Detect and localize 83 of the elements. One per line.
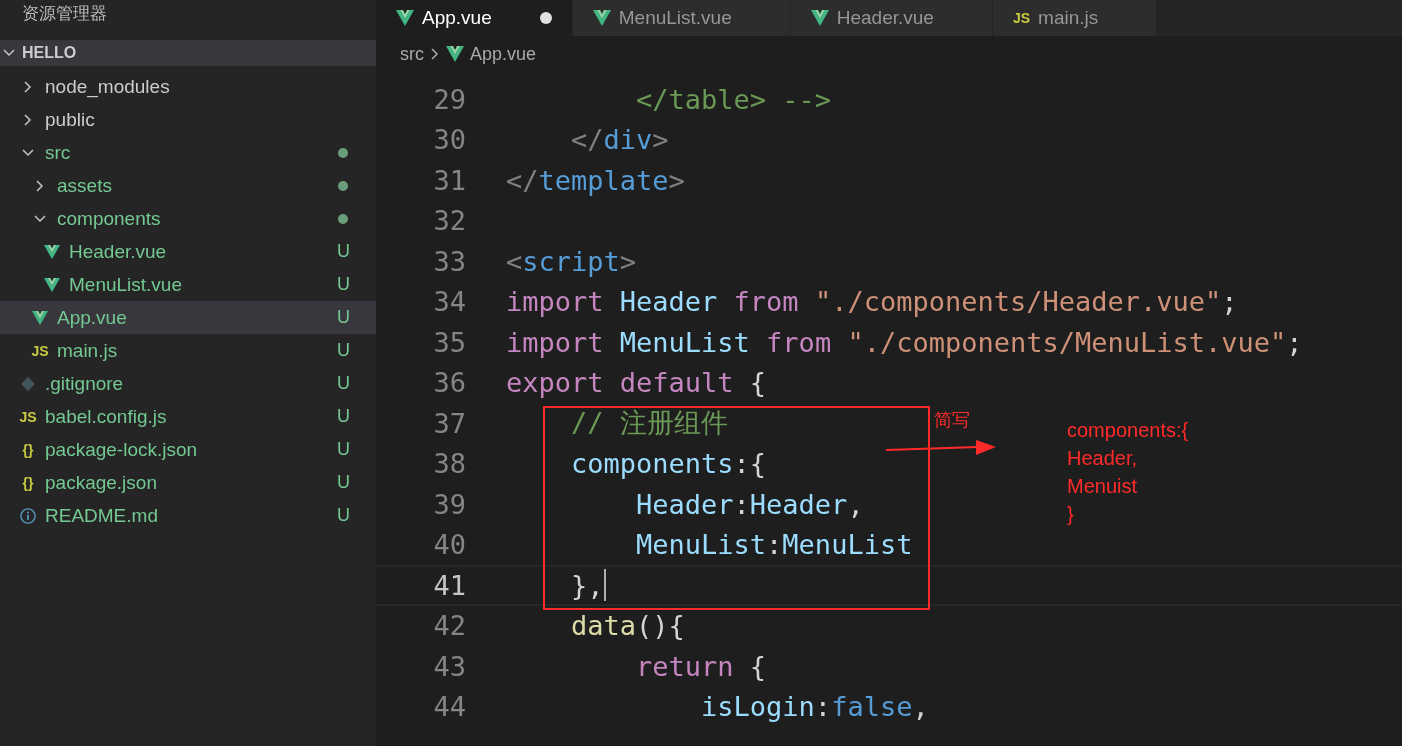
chevron-right-icon — [430, 47, 440, 61]
vue-icon — [44, 243, 60, 260]
file-tree-item[interactable]: public — [0, 103, 376, 136]
js-file-icon: JS — [1012, 10, 1031, 26]
vue-icon — [810, 10, 829, 26]
line-number: 41 — [432, 569, 467, 601]
vue-icon — [44, 276, 60, 293]
file-tree-item[interactable]: README.md U — [0, 499, 376, 532]
file-tree-item[interactable]: App.vue U — [0, 301, 376, 334]
line-number: 40 — [432, 529, 467, 561]
editor-tab[interactable]: App.vue — [376, 0, 573, 36]
git-status-label: U — [337, 373, 350, 394]
code-line: components:{ — [570, 448, 767, 480]
file-tree-item[interactable]: src — [0, 136, 376, 169]
json-file-icon: {} — [22, 474, 34, 491]
line-number: 38 — [432, 448, 467, 480]
js-file-icon: JS — [31, 342, 49, 359]
code-line: </template> — [506, 164, 685, 196]
code-line: data(){ — [570, 610, 685, 642]
project-header[interactable]: HELLO — [0, 40, 376, 66]
vue-icon — [592, 10, 611, 26]
git-status-label: U — [337, 472, 350, 493]
code-line: import Header from "./components/Header.vue"; — [506, 286, 1238, 318]
code-line: import MenuList from "./components/MenuList.vue"; — [506, 326, 1303, 358]
code-line: // 注册组件 — [570, 406, 728, 441]
annotation-note: } — [1067, 502, 1075, 527]
file-tree-item[interactable]: {} package-lock.json U — [0, 433, 376, 466]
line-number: 30 — [432, 124, 467, 156]
code-line: MenuList:MenuList — [635, 529, 913, 561]
line-number: 33 — [432, 245, 467, 277]
code-line: <script> — [506, 245, 637, 277]
git-status-label: U — [337, 241, 350, 262]
annotation-note: Header, — [1067, 446, 1139, 471]
text-cursor — [603, 569, 606, 602]
annotation-note: components:{ — [1067, 418, 1189, 443]
git-status-label: U — [337, 505, 350, 526]
code-line: </table> --> — [635, 83, 832, 115]
file-tree-item[interactable]: .gitignore U — [0, 367, 376, 400]
file-tree-item[interactable]: Header.vue U — [0, 235, 376, 268]
file-tree-item[interactable]: {} package.json U — [0, 466, 376, 499]
editor-tab[interactable]: MenuList.vue — [572, 0, 791, 36]
file-tree-item[interactable]: JS main.js U — [0, 334, 376, 367]
file-tree-item[interactable]: MenuList.vue U — [0, 268, 376, 301]
code-line: </div> — [570, 124, 669, 156]
vue-icon — [446, 46, 464, 62]
file-tree-item[interactable]: components — [0, 202, 376, 235]
line-number: 37 — [432, 407, 467, 439]
file-tree-item[interactable]: assets — [0, 169, 376, 202]
line-number: 44 — [432, 691, 467, 723]
annotation-label: 简写 — [934, 409, 970, 432]
git-status-label: U — [337, 274, 350, 295]
file-tree-item[interactable]: JS babel.config.js U — [0, 400, 376, 433]
code-line: isLogin:false, — [700, 691, 929, 723]
line-number: 32 — [432, 205, 467, 237]
git-status-label: U — [337, 340, 350, 361]
explorer-title: 资源管理器 — [22, 2, 107, 25]
editor-tab[interactable]: Header.vue — [790, 0, 993, 36]
line-number: 39 — [432, 488, 467, 520]
line-number: 43 — [432, 650, 467, 682]
diamond-icon — [21, 376, 35, 391]
annotation-note: Menuist — [1067, 474, 1139, 499]
line-number: 42 — [432, 610, 467, 642]
vue-icon — [396, 10, 414, 26]
line-number: 35 — [432, 326, 467, 358]
editor-tab[interactable]: JS main.js — [992, 0, 1158, 36]
line-number: 31 — [432, 164, 467, 196]
js-file-icon: JS — [19, 408, 37, 425]
line-number: 29 — [432, 83, 467, 115]
code-line: export default { — [506, 367, 767, 399]
json-file-icon: {} — [22, 441, 34, 458]
git-status-label: U — [337, 406, 350, 427]
git-status-label: U — [337, 439, 350, 460]
code-line: Header:Header, — [635, 488, 864, 520]
code-line: }, — [570, 569, 604, 601]
git-status-label: U — [337, 307, 350, 328]
line-number: 34 — [432, 286, 467, 318]
line-number: 36 — [432, 367, 467, 399]
file-tree-item[interactable]: node_modules — [0, 70, 376, 103]
vue-icon — [32, 309, 48, 326]
code-line: return { — [635, 650, 767, 682]
breadcrumb-item[interactable]: App.vue — [446, 43, 537, 65]
breadcrumb-item[interactable]: src — [400, 43, 424, 65]
info-icon — [20, 506, 36, 525]
